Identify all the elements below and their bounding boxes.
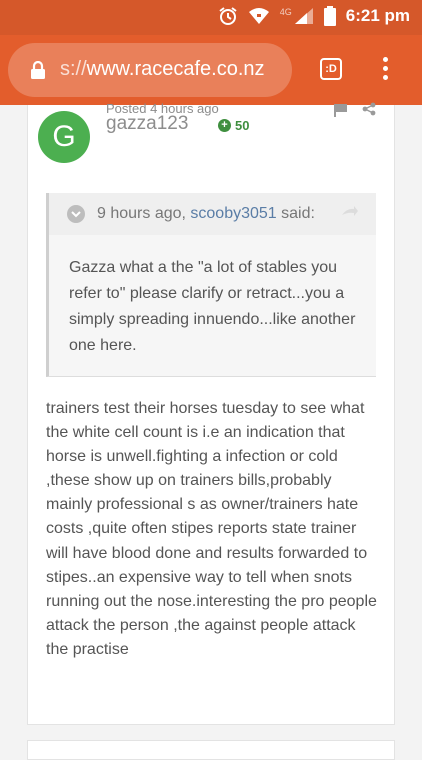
chevron-down-icon[interactable] bbox=[67, 205, 85, 223]
url-text[interactable]: s://www.racecafe.co.nz bbox=[60, 58, 265, 81]
status-bar: 4G 6:21 pm bbox=[0, 0, 422, 35]
quote-author-link[interactable]: scooby3051 bbox=[190, 205, 276, 222]
flag-icon[interactable] bbox=[334, 103, 348, 117]
post-username[interactable]: gazza123 bbox=[106, 113, 188, 135]
wifi-icon bbox=[248, 8, 269, 24]
quote-said: said: bbox=[281, 205, 315, 222]
avatar[interactable]: G bbox=[38, 111, 90, 163]
reply-arrow-icon[interactable] bbox=[341, 205, 359, 221]
url-scheme: s:// bbox=[60, 58, 87, 80]
quote-citation: 9 hours ago, scooby3051 said: bbox=[97, 205, 315, 223]
next-post-card bbox=[27, 740, 395, 760]
quote-header: 9 hours ago, scooby3051 said: bbox=[49, 193, 376, 235]
reputation-badge: + 50 bbox=[218, 118, 249, 133]
quote-block: 9 hours ago, scooby3051 said: Gazza what… bbox=[46, 193, 376, 377]
network-type: 4G bbox=[279, 7, 292, 17]
quote-time: 9 hours ago, bbox=[97, 205, 186, 222]
url-host: www.racecafe.co.nz bbox=[86, 58, 265, 80]
more-vert-icon[interactable] bbox=[380, 57, 390, 85]
lock-icon bbox=[31, 61, 45, 79]
status-icons: 4G 6:21 pm bbox=[218, 6, 410, 26]
address-bar[interactable]: s://www.racecafe.co.nz bbox=[8, 43, 292, 97]
plus-icon: + bbox=[218, 119, 231, 132]
quote-body: Gazza what a the "a lot of stables you r… bbox=[69, 259, 356, 354]
battery-icon bbox=[323, 6, 336, 26]
alarm-icon bbox=[219, 7, 237, 25]
browser-toolbar: s://www.racecafe.co.nz :D bbox=[0, 35, 422, 105]
post-content: trainers test their horses tuesday to se… bbox=[46, 400, 377, 658]
share-icon[interactable] bbox=[362, 102, 376, 116]
tab-switcher-button[interactable]: :D bbox=[320, 58, 342, 80]
clock: 6:21 pm bbox=[345, 6, 410, 25]
reputation-count: 50 bbox=[235, 118, 250, 133]
signal-icon bbox=[294, 8, 313, 24]
